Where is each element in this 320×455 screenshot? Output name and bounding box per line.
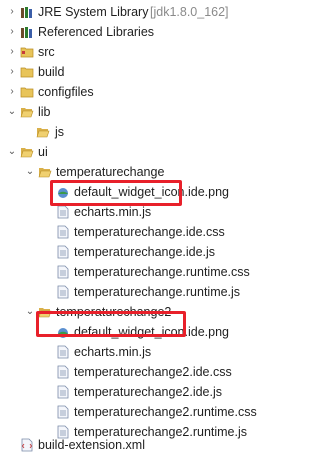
tree-item-label: echarts.min.js: [74, 345, 152, 359]
tree-item-file[interactable]: temperaturechange.ide.js: [0, 242, 294, 262]
folder-open-icon: [38, 168, 52, 178]
chevron-right-icon[interactable]: ›: [6, 82, 18, 102]
tree-item-label: temperaturechange.runtime.css: [74, 265, 250, 279]
folder-open-icon: [20, 148, 34, 158]
tree-item-build-extension-xml[interactable]: build-extension.xml: [0, 435, 294, 455]
chevron-right-icon[interactable]: ›: [6, 2, 18, 22]
tree-item-js[interactable]: js: [0, 122, 294, 142]
chevron-down-icon[interactable]: ⌄: [24, 302, 36, 322]
tree-item-label: temperaturechange2.ide.js: [74, 385, 223, 399]
chevron-down-icon[interactable]: ⌄: [6, 102, 18, 122]
tree-item-file[interactable]: echarts.min.js: [0, 342, 294, 362]
chevron-down-icon[interactable]: ⌄: [24, 162, 36, 182]
highlight-box: [36, 311, 186, 337]
library-icon: [21, 7, 32, 18]
tree-item-label: js: [55, 125, 65, 139]
tree-item-label: temperaturechange: [56, 165, 165, 179]
tree-item-file[interactable]: temperaturechange.ide.css: [0, 222, 294, 242]
tree-item-configfiles[interactable]: › configfiles: [0, 82, 294, 102]
text-file-icon: [57, 285, 69, 299]
tree-item-lib[interactable]: ⌄ lib: [0, 102, 294, 122]
folder-open-icon: [36, 128, 50, 138]
tree-item-src[interactable]: › src: [0, 42, 294, 62]
tree-item-label: Referenced Libraries: [38, 25, 155, 39]
folder-icon: [20, 87, 34, 98]
tree-item-label: temperaturechange.runtime.js: [74, 285, 241, 299]
text-file-icon: [57, 385, 69, 399]
tree-item-label: temperaturechange2.runtime.css: [74, 405, 257, 419]
tree-item-label: src: [38, 45, 55, 59]
tree-item-ui[interactable]: ⌄ ui: [0, 142, 294, 162]
text-file-icon: [57, 265, 69, 279]
tree-item-referenced-libraries[interactable]: › Referenced Libraries: [0, 22, 294, 42]
tree-item-jre-system-library[interactable]: › JRE System Library [jdk1.8.0_162]: [0, 2, 294, 22]
tree-item-label: temperaturechange.ide.js: [74, 245, 216, 259]
text-file-icon: [57, 225, 69, 239]
highlight-box: [50, 180, 182, 206]
jre-version-decoration: [jdk1.8.0_162]: [150, 5, 229, 19]
library-icon: [21, 27, 32, 38]
xml-file-icon: [21, 438, 33, 452]
tree-item-label: lib: [38, 105, 51, 119]
chevron-right-icon[interactable]: ›: [6, 62, 18, 82]
tree-item-label: temperaturechange2.ide.css: [74, 365, 232, 379]
folder-open-icon: [20, 108, 34, 118]
tree-item-label: build: [38, 65, 65, 79]
tree-item-temperaturechange[interactable]: ⌄ temperaturechange: [0, 162, 294, 182]
folder-icon: [20, 67, 34, 78]
tree-item-file[interactable]: temperaturechange.runtime.css: [0, 262, 294, 282]
tree-item-label: build-extension.xml: [38, 438, 145, 452]
source-folder-icon: [20, 47, 34, 58]
tree-item-label: JRE System Library: [38, 5, 149, 19]
text-file-icon: [57, 405, 69, 419]
tree-item-file[interactable]: temperaturechange2.ide.css: [0, 362, 294, 382]
text-file-icon: [57, 245, 69, 259]
tree-item-file[interactable]: temperaturechange2.runtime.css: [0, 402, 294, 422]
chevron-right-icon[interactable]: ›: [6, 42, 18, 62]
tree-item-label: ui: [38, 145, 48, 159]
tree-item-label: configfiles: [38, 85, 94, 99]
chevron-right-icon[interactable]: ›: [6, 22, 18, 42]
text-file-icon: [57, 365, 69, 379]
tree-item-file[interactable]: temperaturechange2.ide.js: [0, 382, 294, 402]
text-file-icon: [57, 345, 69, 359]
tree-item-build[interactable]: › build: [0, 62, 294, 82]
text-file-icon: [57, 205, 69, 219]
tree-item-label: temperaturechange.ide.css: [74, 225, 225, 239]
chevron-down-icon[interactable]: ⌄: [6, 142, 18, 162]
tree-item-file[interactable]: temperaturechange.runtime.js: [0, 282, 294, 302]
